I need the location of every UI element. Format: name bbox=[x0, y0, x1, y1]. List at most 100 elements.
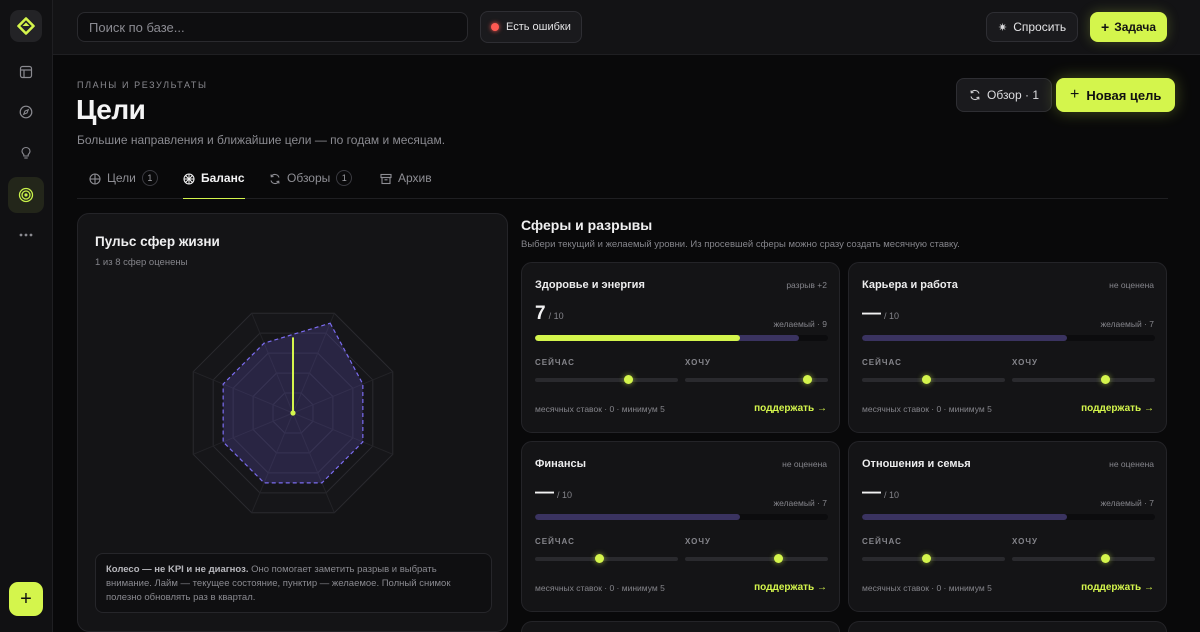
sphere-score: —/ 10 bbox=[862, 303, 899, 325]
search-input[interactable] bbox=[77, 12, 468, 42]
tab-label: Архив bbox=[398, 171, 432, 185]
score-value: 7 bbox=[535, 303, 546, 324]
sidebar-item-compass[interactable] bbox=[10, 96, 42, 128]
score-max: / 10 bbox=[548, 311, 564, 321]
monthly-stakes: месячных ставок · 0 · минимум 5 bbox=[535, 583, 665, 593]
now-label: СЕЙЧАС bbox=[862, 358, 902, 367]
tab-goals[interactable]: Цели 1 bbox=[89, 170, 158, 199]
monthly-stakes: месячных ставок · 0 · минимум 5 bbox=[535, 404, 665, 414]
add-task-button[interactable]: + Задача bbox=[1090, 12, 1168, 42]
tab-label: Цели bbox=[107, 171, 136, 185]
tab-count-badge: 1 bbox=[141, 170, 158, 186]
desired-level-slider[interactable] bbox=[685, 375, 828, 384]
support-link[interactable]: поддержать → bbox=[754, 403, 827, 414]
plus-icon: + bbox=[1101, 19, 1110, 35]
desired-level-slider[interactable] bbox=[1012, 554, 1155, 563]
tab-archive[interactable]: Архив bbox=[380, 171, 432, 199]
tab-label: Обзоры bbox=[287, 171, 331, 185]
tab-label: Баланс bbox=[201, 171, 245, 185]
slider-knob[interactable] bbox=[802, 375, 812, 384]
current-level-slider[interactable] bbox=[862, 554, 1005, 563]
sphere-card-partial bbox=[521, 621, 840, 632]
sidebar-add-button[interactable]: + bbox=[9, 582, 43, 616]
compass-icon bbox=[19, 105, 33, 119]
current-level-slider[interactable] bbox=[535, 554, 678, 563]
now-label: СЕЙЧАС bbox=[535, 358, 575, 367]
sparkle-icon: ✷ bbox=[998, 21, 1008, 34]
pulse-subtitle: 1 из 8 сфер оценены bbox=[95, 257, 188, 268]
sphere-card[interactable]: Отношения и семья не оценена —/ 10 желаемый… bbox=[848, 441, 1167, 612]
sphere-name: Карьера и работа bbox=[862, 279, 958, 291]
tab-balance[interactable]: Баланс bbox=[183, 171, 245, 199]
want-label: ХОЧУ bbox=[1012, 537, 1038, 546]
score-value: — bbox=[862, 482, 881, 503]
tab-reviews[interactable]: Обзоры 1 bbox=[269, 170, 353, 199]
sidebar-item-layout[interactable] bbox=[10, 56, 42, 88]
score-max: / 10 bbox=[884, 490, 900, 500]
desired-level: желаемый · 7 bbox=[773, 498, 827, 508]
slider-knob[interactable] bbox=[1100, 375, 1110, 384]
slider-knob[interactable] bbox=[773, 554, 783, 563]
sphere-card[interactable]: Здоровье и энергия разрыв +2 7/ 10 желаемый… bbox=[521, 262, 840, 433]
refresh-icon bbox=[970, 89, 980, 101]
sidebar-item-ideas[interactable] bbox=[10, 137, 42, 169]
errors-indicator[interactable]: Есть ошибки bbox=[480, 11, 582, 43]
sphere-gap: не оценена bbox=[1109, 459, 1154, 469]
overview-label: Обзор · 1 bbox=[987, 88, 1039, 102]
sphere-card[interactable]: Финансы не оценена —/ 10 желаемый · 7 СЕЙЧАС… bbox=[521, 441, 840, 612]
desired-fill bbox=[535, 514, 741, 520]
progress-track bbox=[862, 335, 1155, 341]
ask-label: Спросить bbox=[1013, 20, 1067, 34]
sidebar-item-more[interactable] bbox=[10, 219, 42, 251]
support-link[interactable]: поддержать → bbox=[754, 582, 827, 593]
life-wheel-radar bbox=[192, 312, 394, 514]
plus-icon: + bbox=[1070, 86, 1080, 103]
progress-track bbox=[535, 514, 828, 520]
support-link[interactable]: поддержать → bbox=[1081, 403, 1154, 414]
desired-level-slider[interactable] bbox=[685, 554, 828, 563]
slider-knob[interactable] bbox=[922, 375, 932, 384]
current-level-slider[interactable] bbox=[862, 375, 1005, 384]
spheres-subtitle: Выбери текущий и желаемый уровни. Из про… bbox=[521, 239, 960, 250]
new-goal-button[interactable]: + Новая цель bbox=[1056, 78, 1176, 112]
overview-button[interactable]: Обзор · 1 bbox=[956, 78, 1052, 112]
crosshair-icon bbox=[89, 173, 101, 185]
monthly-stakes: месячных ставок · 0 · минимум 5 bbox=[862, 404, 992, 414]
layout-icon bbox=[19, 65, 33, 79]
support-link[interactable]: поддержать → bbox=[1081, 582, 1154, 593]
score-value: — bbox=[535, 482, 554, 503]
sphere-score: —/ 10 bbox=[862, 482, 899, 504]
ask-button[interactable]: ✷ Спросить bbox=[986, 12, 1079, 42]
want-label: ХОЧУ bbox=[685, 358, 711, 367]
current-level-slider[interactable] bbox=[535, 375, 678, 384]
desired-level-slider[interactable] bbox=[1012, 375, 1155, 384]
sphere-score: 7/ 10 bbox=[535, 303, 564, 325]
slider-knob[interactable] bbox=[1100, 554, 1110, 563]
now-label: СЕЙЧАС bbox=[535, 537, 575, 546]
slider-knob[interactable] bbox=[595, 554, 605, 563]
sidebar-item-goals[interactable] bbox=[8, 177, 44, 213]
tab-bar: Цели 1 Баланс Обзоры 1 Архив bbox=[77, 163, 1168, 199]
score-value: — bbox=[862, 303, 881, 324]
more-icon bbox=[19, 233, 33, 237]
progress-track bbox=[535, 335, 828, 341]
page-subtitle: Большие направления и ближайшие цели — п… bbox=[77, 133, 446, 147]
sphere-card-partial bbox=[848, 621, 1167, 632]
task-label: Задача bbox=[1114, 20, 1157, 34]
sphere-name: Финансы bbox=[535, 458, 587, 470]
page-title: Цели bbox=[76, 94, 146, 125]
slider-knob[interactable] bbox=[623, 375, 633, 384]
current-fill bbox=[535, 335, 741, 341]
score-max: / 10 bbox=[557, 490, 573, 500]
score-max: / 10 bbox=[884, 311, 900, 321]
sphere-card[interactable]: Карьера и работа не оценена —/ 10 желаемый … bbox=[848, 262, 1167, 433]
desired-fill bbox=[862, 335, 1068, 341]
error-dot-icon bbox=[491, 23, 499, 31]
app-logo[interactable] bbox=[10, 10, 42, 42]
sidebar: + bbox=[0, 0, 53, 632]
refresh-icon bbox=[270, 173, 280, 185]
slider-knob[interactable] bbox=[922, 554, 932, 563]
want-label: ХОЧУ bbox=[685, 537, 711, 546]
new-goal-label: Новая цель bbox=[1086, 87, 1162, 103]
archive-icon bbox=[380, 173, 392, 185]
